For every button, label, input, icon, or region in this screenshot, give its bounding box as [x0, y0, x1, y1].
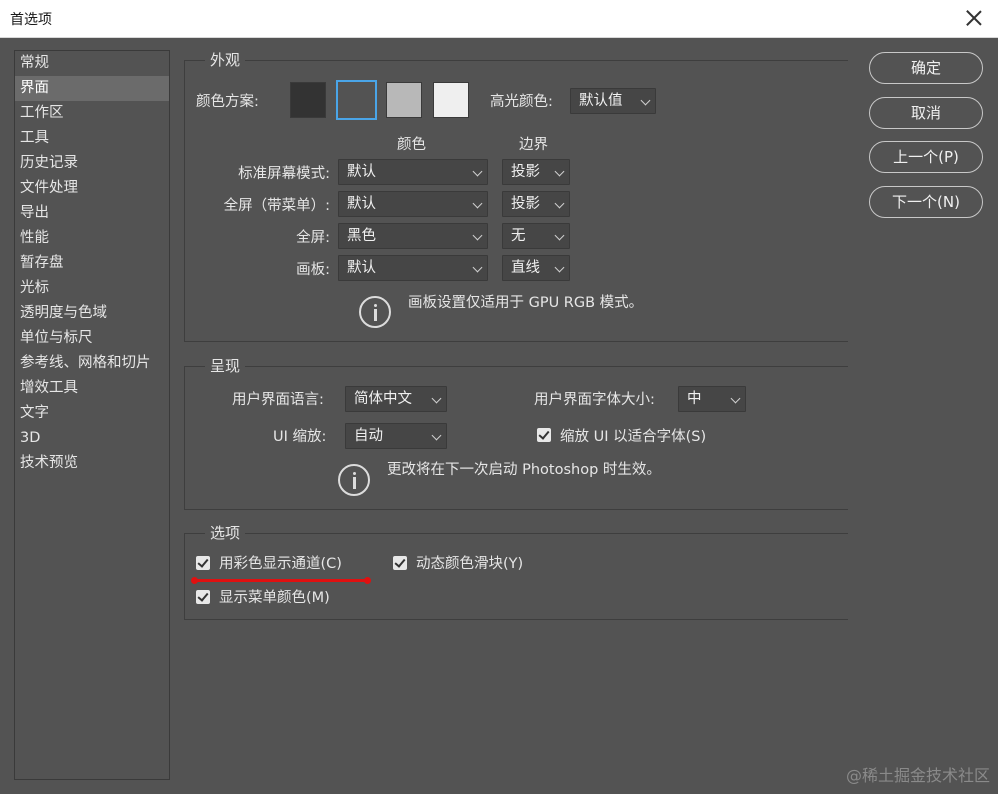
sidebar-item-plugins[interactable]: 增效工具 [15, 376, 169, 401]
ui-font-size-value: 中 [687, 391, 702, 407]
color-scheme-dark[interactable] [336, 80, 377, 120]
border-column-header: 边界 [519, 137, 548, 153]
artboard-note: 画板设置仅适用于 GPU RGB 模式。 [408, 295, 644, 311]
color-channels-label: 用彩色显示通道(C) [219, 556, 342, 572]
chevron-down-icon [554, 230, 565, 241]
window-title: 首选项 [10, 12, 52, 28]
sidebar-item-guides-grid[interactable]: 参考线、网格和切片 [15, 351, 169, 376]
sidebar-item-units-rulers[interactable]: 单位与标尺 [15, 326, 169, 351]
color-column-header: 颜色 [397, 137, 426, 153]
highlight-color-label: 高光颜色: [490, 94, 553, 110]
standard-screen-color-select[interactable]: 默认 [338, 159, 488, 185]
restart-note: 更改将在下一次启动 Photoshop 时生效。 [387, 462, 661, 478]
color-scheme-light[interactable] [386, 82, 422, 118]
previous-button[interactable]: 上一个(P) [869, 141, 983, 173]
sidebar-item-export[interactable]: 导出 [15, 201, 169, 226]
menu-colors-label: 显示菜单颜色(M) [219, 590, 330, 606]
color-scheme-lightest[interactable] [433, 82, 469, 118]
options-legend: 选项 [205, 522, 246, 543]
info-icon [338, 464, 370, 496]
chevron-down-icon [554, 198, 565, 209]
chevron-down-icon [554, 262, 565, 273]
ui-scale-label: UI 缩放: [273, 429, 327, 445]
standard-screen-border-value: 投影 [511, 164, 540, 180]
ui-language-label: 用户界面语言: [232, 392, 324, 408]
close-icon[interactable] [964, 8, 984, 28]
scale-ui-to-font-label: 缩放 UI 以适合字体(S) [560, 429, 707, 445]
presentation-legend: 呈现 [205, 355, 246, 376]
full-screen-border-value: 无 [511, 228, 526, 244]
chevron-down-icon [554, 166, 565, 177]
full-screen-color-select[interactable]: 黑色 [338, 223, 488, 249]
chevron-down-icon [730, 393, 741, 404]
full-screen-menus-border-value: 投影 [511, 196, 540, 212]
chevron-down-icon [640, 95, 651, 106]
chevron-down-icon [472, 230, 483, 241]
color-scheme-darkest[interactable] [290, 82, 326, 118]
chevron-down-icon [431, 393, 442, 404]
sidebar-item-3d[interactable]: 3D [15, 426, 169, 451]
appearance-legend: 外观 [205, 49, 246, 70]
chevron-down-icon [472, 262, 483, 273]
sidebar-item-interface[interactable]: 界面 [15, 76, 169, 101]
artboard-border-value: 直线 [511, 260, 540, 276]
sidebar-item-scratch-disks[interactable]: 暂存盘 [15, 251, 169, 276]
full-screen-menus-color-select[interactable]: 默认 [338, 191, 488, 217]
full-screen-color-value: 黑色 [347, 228, 376, 244]
sidebar-item-file-handling[interactable]: 文件处理 [15, 176, 169, 201]
artboard-label: 画板: [296, 262, 330, 278]
info-icon [359, 296, 391, 328]
full-screen-menus-border-select[interactable]: 投影 [502, 191, 570, 217]
standard-screen-color-value: 默认 [347, 164, 376, 180]
color-channels-checkbox[interactable] [196, 556, 210, 570]
sidebar-item-workspace[interactable]: 工作区 [15, 101, 169, 126]
artboard-color-value: 默认 [347, 260, 376, 276]
dynamic-sliders-checkbox[interactable] [393, 556, 407, 570]
sidebar-item-general[interactable]: 常规 [15, 51, 169, 76]
highlight-color-select[interactable]: 默认值 [570, 88, 656, 114]
ok-button[interactable]: 确定 [869, 52, 983, 84]
chevron-down-icon [472, 198, 483, 209]
chevron-down-icon [472, 166, 483, 177]
cancel-button[interactable]: 取消 [869, 97, 983, 129]
artboard-border-select[interactable]: 直线 [502, 255, 570, 281]
watermark: @稀土掘金技术社区 [845, 766, 990, 785]
ui-font-size-select[interactable]: 中 [678, 386, 746, 412]
menu-colors-checkbox[interactable] [196, 590, 210, 604]
full-screen-menus-label: 全屏（带菜单）: [223, 198, 330, 214]
highlight-color-value: 默认值 [579, 93, 623, 109]
sidebar: 常规 界面 工作区 工具 历史记录 文件处理 导出 性能 暂存盘 光标 透明度与… [14, 50, 170, 780]
ui-scale-value: 自动 [354, 428, 383, 444]
scale-ui-to-font-checkbox[interactable] [537, 428, 551, 442]
ui-font-size-label: 用户界面字体大小: [534, 392, 655, 408]
ui-language-value: 简体中文 [354, 391, 412, 407]
ui-language-select[interactable]: 简体中文 [345, 386, 447, 412]
sidebar-item-type[interactable]: 文字 [15, 401, 169, 426]
chevron-down-icon [431, 430, 442, 441]
sidebar-item-performance[interactable]: 性能 [15, 226, 169, 251]
full-screen-menus-color-value: 默认 [347, 196, 376, 212]
next-button[interactable]: 下一个(N) [869, 186, 983, 218]
sidebar-item-history[interactable]: 历史记录 [15, 151, 169, 176]
color-scheme-label: 颜色方案: [196, 94, 259, 110]
sidebar-item-tech-previews[interactable]: 技术预览 [15, 451, 169, 476]
full-screen-border-select[interactable]: 无 [502, 223, 570, 249]
full-screen-label: 全屏: [296, 230, 330, 246]
ui-scale-select[interactable]: 自动 [345, 423, 447, 449]
title-bar: 首选项 [0, 0, 998, 38]
red-underline-annotation [191, 577, 371, 584]
dynamic-sliders-label: 动态颜色滑块(Y) [416, 556, 524, 572]
artboard-color-select[interactable]: 默认 [338, 255, 488, 281]
sidebar-item-cursors[interactable]: 光标 [15, 276, 169, 301]
standard-screen-mode-label: 标准屏幕模式: [238, 166, 330, 182]
standard-screen-border-select[interactable]: 投影 [502, 159, 570, 185]
sidebar-item-transparency[interactable]: 透明度与色域 [15, 301, 169, 326]
sidebar-item-tools[interactable]: 工具 [15, 126, 169, 151]
